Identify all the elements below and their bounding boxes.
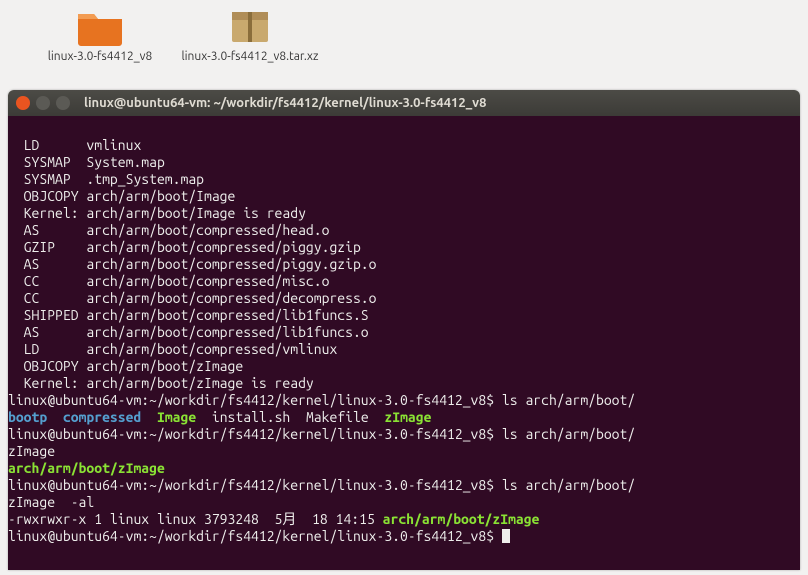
build-step: SYSMAP: [8, 171, 79, 187]
command-2a: ls arch/arm/boot/: [494, 426, 635, 442]
prompt: linux@ubuntu64-vm:~/workdir/fs4412/kerne…: [8, 392, 494, 408]
build-output-line: CC arch/arm/boot/compressed/misc.o: [8, 273, 800, 290]
terminal-window: linux@ubuntu64-vm: ~/workdir/fs4412/kern…: [8, 90, 800, 570]
prompt: linux@ubuntu64-vm:~/workdir/fs4412/kerne…: [8, 426, 494, 442]
terminal-body[interactable]: LD vmlinux SYSMAP System.map SYSMAP .tmp…: [8, 116, 800, 570]
build-step: CC: [8, 273, 79, 289]
build-target: System.map: [79, 154, 165, 170]
build-step: Kernel:: [8, 375, 79, 391]
build-target: arch/arm/boot/compressed/head.o: [79, 222, 330, 238]
build-output-line: LD vmlinux: [8, 137, 800, 154]
build-target: arch/arm/boot/compressed/decompress.o: [79, 290, 377, 306]
output-2: arch/arm/boot/zImage: [8, 460, 165, 476]
folder-icon: [76, 6, 124, 46]
build-target: arch/arm/boot/compressed/lib1funcs.o: [79, 324, 369, 340]
build-target: vmlinux: [79, 137, 142, 153]
build-step: SYSMAP: [8, 154, 79, 170]
build-step: AS: [8, 324, 79, 340]
build-step: AS: [8, 256, 79, 272]
command-2b: zImage: [8, 443, 55, 459]
prompt: linux@ubuntu64-vm:~/workdir/fs4412/kerne…: [8, 528, 494, 544]
desktop-folder-label: linux-3.0-fs4412_v8: [30, 50, 170, 64]
build-target: arch/arm/boot/compressed/piggy.gzip.o: [79, 256, 377, 272]
maximize-icon[interactable]: [56, 96, 70, 110]
build-output-line: LD arch/arm/boot/compressed/vmlinux: [8, 341, 800, 358]
build-output-line: OBJCOPY arch/arm/boot/zImage: [8, 358, 800, 375]
window-title: linux@ubuntu64-vm: ~/workdir/fs4412/kern…: [84, 96, 486, 110]
build-output-line: AS arch/arm/boot/compressed/piggy.gzip.o: [8, 256, 800, 273]
ls-entry-bootp: bootp: [8, 409, 47, 425]
build-step: AS: [8, 222, 79, 238]
command-1: ls arch/arm/boot/: [494, 392, 635, 408]
command-3b: zImage -al: [8, 494, 94, 510]
prompt: linux@ubuntu64-vm:~/workdir/fs4412/kerne…: [8, 477, 494, 493]
build-step: LD: [8, 137, 79, 153]
build-output-line: AS arch/arm/boot/compressed/lib1funcs.o: [8, 324, 800, 341]
build-output-line: OBJCOPY arch/arm/boot/Image: [8, 188, 800, 205]
window-titlebar[interactable]: linux@ubuntu64-vm: ~/workdir/fs4412/kern…: [8, 90, 800, 116]
ls-entry-compressed: compressed: [63, 409, 141, 425]
build-output-line: Kernel: arch/arm/boot/Image is ready: [8, 205, 800, 222]
build-step: CC: [8, 290, 79, 306]
build-target: arch/arm/boot/zImage is ready: [79, 375, 314, 391]
build-output-line: Kernel: arch/arm/boot/zImage is ready: [8, 375, 800, 392]
ls-entry-zimage: zImage: [384, 409, 431, 425]
desktop-archive-icon[interactable]: linux-3.0-fs4412_v8.tar.xz: [180, 6, 320, 64]
build-step: OBJCOPY: [8, 358, 79, 374]
build-output-line: AS arch/arm/boot/compressed/head.o: [8, 222, 800, 239]
build-target: arch/arm/boot/Image is ready: [79, 205, 306, 221]
ls-entry-install: install.sh: [212, 409, 290, 425]
build-target: arch/arm/boot/zImage: [79, 358, 244, 374]
build-output-line: GZIP arch/arm/boot/compressed/piggy.gzip: [8, 239, 800, 256]
build-output-line: CC arch/arm/boot/compressed/decompress.o: [8, 290, 800, 307]
build-target: arch/arm/boot/compressed/piggy.gzip: [79, 239, 361, 255]
build-step: Kernel:: [8, 205, 79, 221]
build-output-line: SYSMAP System.map: [8, 154, 800, 171]
build-target: arch/arm/boot/Image: [79, 188, 236, 204]
cursor-icon: [502, 529, 510, 543]
build-output-line: SYSMAP .tmp_System.map: [8, 171, 800, 188]
build-step: OBJCOPY: [8, 188, 79, 204]
desktop-archive-label: linux-3.0-fs4412_v8.tar.xz: [180, 50, 320, 64]
build-target: arch/arm/boot/compressed/vmlinux: [79, 341, 338, 357]
build-target: arch/arm/boot/compressed/lib1funcs.S: [79, 307, 369, 323]
build-step: SHIPPED: [8, 307, 79, 323]
build-output-line: SHIPPED arch/arm/boot/compressed/lib1fun…: [8, 307, 800, 324]
build-step: GZIP: [8, 239, 79, 255]
ls-entry-makefile: Makefile: [306, 409, 369, 425]
output-3-path: arch/arm/boot/zImage: [383, 511, 540, 527]
desktop-folder-icon[interactable]: linux-3.0-fs4412_v8: [30, 6, 170, 64]
minimize-icon[interactable]: [36, 96, 50, 110]
command-3a: ls arch/arm/boot/: [494, 477, 635, 493]
close-icon[interactable]: [16, 96, 30, 110]
build-step: LD: [8, 341, 79, 357]
build-target: .tmp_System.map: [79, 171, 204, 187]
package-icon: [226, 6, 274, 46]
output-3-perms: -rwxrwxr-x 1 linux linux 3793248 5月 18 1…: [8, 511, 383, 527]
build-target: arch/arm/boot/compressed/misc.o: [79, 273, 330, 289]
ls-entry-image: Image: [157, 409, 196, 425]
